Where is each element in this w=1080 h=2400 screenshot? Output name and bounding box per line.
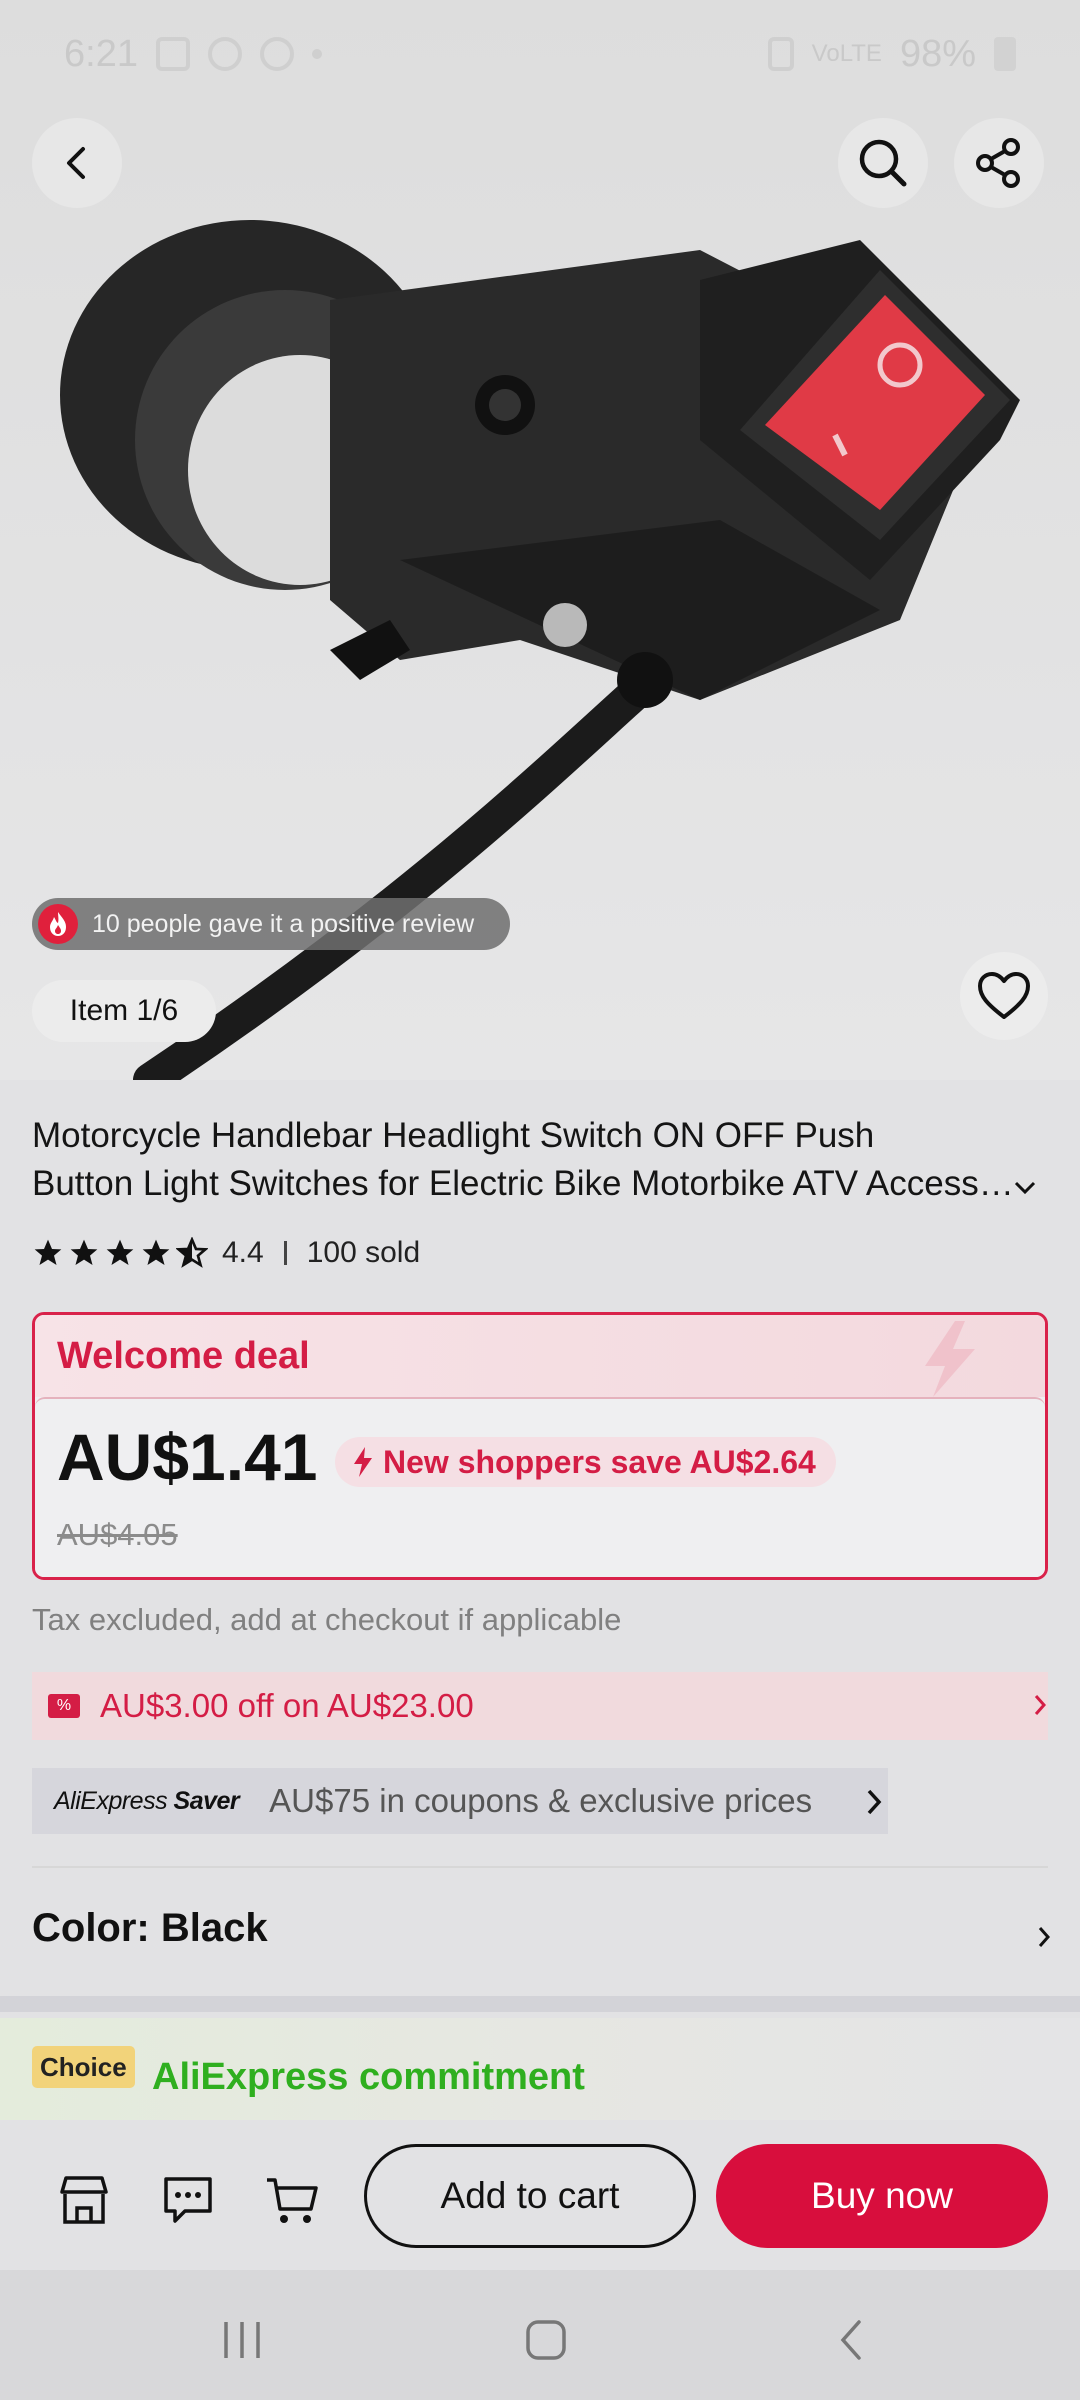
buy-now-button[interactable]: Buy now (716, 2144, 1048, 2248)
bottom-action-bar: Add to cart Buy now (0, 2120, 1080, 2270)
gallery-notification-icon (155, 37, 190, 71)
battery-percent: 98% (899, 32, 976, 75)
choice-badge: Choice (32, 2046, 135, 2088)
back-arrow-icon (67, 147, 85, 179)
coupon-text: AU$3.00 off on AU$23.00 (100, 1687, 474, 1724)
add-to-cart-button[interactable]: Add to cart (364, 2144, 696, 2248)
flash-icon (354, 1447, 372, 1477)
favorite-button[interactable] (960, 952, 1048, 1040)
star-icon (70, 1239, 98, 1265)
product-title-line1: Motorcycle Handlebar Headlight Switch ON… (32, 1116, 875, 1155)
divider (283, 1241, 287, 1265)
heart-icon (978, 972, 1030, 1019)
sim-icon (767, 37, 794, 71)
more-notifications-icon (311, 49, 322, 59)
chat-icon (164, 2177, 212, 2223)
welcome-deal-card[interactable]: Welcome deal AU$1.41 New shoppers save A… (32, 1312, 1048, 1580)
store-button[interactable] (54, 2170, 114, 2230)
positive-review-badge: 10 people gave it a positive review (32, 898, 510, 950)
star-icon (142, 1239, 170, 1265)
chevron-right-icon (1034, 1695, 1046, 1715)
fire-icon (38, 904, 78, 944)
cart-icon (267, 2178, 318, 2223)
system-nav-bar (0, 2270, 1080, 2400)
chevron-right-icon (867, 1789, 882, 1815)
saver-logo-text: AliExpress (54, 1786, 168, 1815)
recent-apps-button[interactable] (212, 2310, 272, 2370)
star-rating (32, 1237, 208, 1269)
chat-button[interactable] (158, 2170, 218, 2230)
app-notification-icon (259, 37, 294, 71)
battery-icon (994, 37, 1016, 71)
search-button[interactable] (838, 118, 928, 208)
lightning-decoration-icon (925, 1321, 975, 1397)
deal-label: Welcome deal (57, 1334, 310, 1377)
star-icon (34, 1239, 62, 1265)
home-icon (526, 2320, 566, 2360)
saver-text: AU$75 in coupons & exclusive prices (269, 1782, 813, 1819)
search-icon (859, 139, 907, 187)
review-text: 10 people gave it a positive review (92, 909, 475, 938)
image-counter: Item 1/6 (32, 980, 216, 1042)
network-label: VoLTE (811, 40, 882, 67)
save-text: New shoppers save AU$2.64 (383, 1443, 816, 1480)
section-divider (32, 1866, 1048, 1868)
saver-logo: AliExpress Saver (54, 1786, 240, 1816)
system-back-button[interactable] (820, 2310, 880, 2370)
store-icon (60, 2176, 108, 2224)
color-selector[interactable]: Color: Black (32, 1906, 268, 1951)
product-image-carousel[interactable]: 10 people gave it a positive review Item… (0, 0, 1080, 1080)
product-title-line2: Button Light Switches for Electric Bike … (32, 1164, 1017, 1203)
coupon-bar[interactable]: % AU$3.00 off on AU$23.00 (32, 1672, 1048, 1740)
commitment-text: AliExpress commitment (152, 2056, 585, 2098)
share-button[interactable] (954, 118, 1044, 208)
product-title[interactable]: Motorcycle Handlebar Headlight Switch ON… (32, 1112, 1022, 1208)
chevron-right-icon[interactable] (1038, 1926, 1050, 1948)
coupon-icon: % (48, 1694, 80, 1718)
half-star-icon (176, 1237, 208, 1268)
new-shopper-save-tag: New shoppers save AU$2.64 (335, 1437, 836, 1487)
saver-logo-bold: Saver (173, 1786, 240, 1815)
original-price: AU$4.05 (57, 1517, 178, 1552)
deal-body: AU$1.41 New shoppers save AU$2.64 AU$4.0… (35, 1397, 1045, 1577)
share-icon (976, 138, 1020, 188)
status-bar: 6:21 VoLTE 98% (0, 0, 1080, 108)
status-time: 6:21 (64, 32, 138, 75)
section-divider (0, 1996, 1080, 2012)
back-button[interactable] (32, 118, 122, 208)
rating-value: 4.4 (222, 1236, 264, 1269)
home-button[interactable] (516, 2310, 576, 2370)
target-notification-icon (207, 37, 242, 71)
chevron-down-icon[interactable] (1013, 1180, 1037, 1196)
sold-count: 100 sold (306, 1236, 421, 1269)
cart-button[interactable] (262, 2170, 322, 2230)
deal-header: Welcome deal (35, 1315, 1045, 1397)
star-icon (106, 1239, 134, 1265)
tax-note: Tax excluded, add at checkout if applica… (32, 1602, 622, 1637)
rating-row[interactable]: 4.4 100 sold (32, 1236, 420, 1270)
recent-apps-icon (224, 2322, 260, 2358)
deal-price: AU$1.41 (57, 1420, 318, 1494)
back-chevron-icon (840, 2320, 861, 2360)
aliexpress-saver-bar[interactable]: AliExpress Saver AU$75 in coupons & excl… (32, 1768, 888, 1834)
